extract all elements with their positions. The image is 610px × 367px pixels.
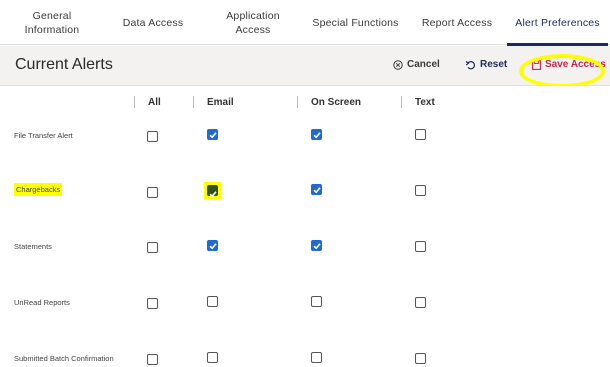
cancel-button[interactable]: Cancel xyxy=(393,59,440,70)
checkbox-email[interactable] xyxy=(207,296,218,307)
checkbox-on-screen[interactable] xyxy=(311,129,322,140)
tab-alert-preferences[interactable]: Alert Preferences xyxy=(507,0,608,45)
alert-label: UnRead Reports xyxy=(14,298,70,307)
alert-label: Chargebacks xyxy=(14,183,63,196)
column-divider xyxy=(297,96,298,108)
checkbox-text[interactable] xyxy=(415,241,426,252)
cancel-icon xyxy=(393,59,403,70)
checkbox-all[interactable] xyxy=(147,131,158,142)
highlight-annotation-ring xyxy=(519,54,605,88)
tab-data-access[interactable]: Data Access xyxy=(104,0,202,45)
checkbox-email[interactable] xyxy=(207,129,218,140)
checkbox-text[interactable] xyxy=(415,353,426,364)
column-header-row: All Email On Screen Text xyxy=(0,86,610,120)
reset-label: Reset xyxy=(480,59,508,70)
checkbox-all[interactable] xyxy=(147,187,158,198)
tab-general-information[interactable]: General Information xyxy=(0,0,104,45)
tab-label: Report Access xyxy=(421,16,493,29)
tab-special-functions[interactable]: Special Functions xyxy=(304,0,407,45)
checkbox-all[interactable] xyxy=(147,298,158,309)
checkbox-text[interactable] xyxy=(415,185,426,196)
undo-icon xyxy=(465,60,476,70)
column-header-email: Email xyxy=(207,97,234,108)
alert-label: File Transfer Alert xyxy=(14,131,73,140)
checkbox-on-screen[interactable] xyxy=(311,352,322,363)
tab-label: General Information xyxy=(24,9,80,36)
tab-application-access[interactable]: Application Access xyxy=(202,0,304,45)
reset-button[interactable]: Reset xyxy=(465,59,507,70)
column-divider xyxy=(401,96,402,108)
tab-label: Data Access xyxy=(122,16,184,29)
column-header-on-screen: On Screen xyxy=(311,97,362,108)
tab-label: Application Access xyxy=(226,9,280,36)
checkbox-on-screen[interactable] xyxy=(311,296,322,307)
tab-label: Special Functions xyxy=(312,16,399,29)
page-title: Current Alerts xyxy=(15,56,113,73)
column-divider xyxy=(134,96,135,108)
checkbox-text[interactable] xyxy=(415,297,426,308)
tab-report-access[interactable]: Report Access xyxy=(407,0,507,45)
checkbox-all[interactable] xyxy=(147,242,158,253)
column-header-all: All xyxy=(148,97,161,108)
column-header-text: Text xyxy=(415,97,435,108)
cancel-label: Cancel xyxy=(407,59,440,70)
checkbox-email[interactable] xyxy=(207,185,218,198)
checkbox-email[interactable] xyxy=(207,352,218,363)
alert-label: Statements xyxy=(14,242,52,251)
column-divider xyxy=(193,96,194,108)
alerts-header: Current Alerts Cancel Reset Save Access xyxy=(0,46,610,86)
tab-bar: General Information Data Access Applicat… xyxy=(0,0,610,46)
checkbox-all[interactable] xyxy=(147,354,158,365)
checkbox-text[interactable] xyxy=(415,129,426,140)
checkbox-on-screen[interactable] xyxy=(311,240,322,251)
checkbox-on-screen[interactable] xyxy=(311,184,322,195)
tab-label: Alert Preferences xyxy=(515,16,600,29)
alert-label: Submitted Batch Confirmation xyxy=(14,354,114,363)
checkbox-email[interactable] xyxy=(207,240,218,251)
highlighted-alert-label: Chargebacks xyxy=(14,183,63,196)
